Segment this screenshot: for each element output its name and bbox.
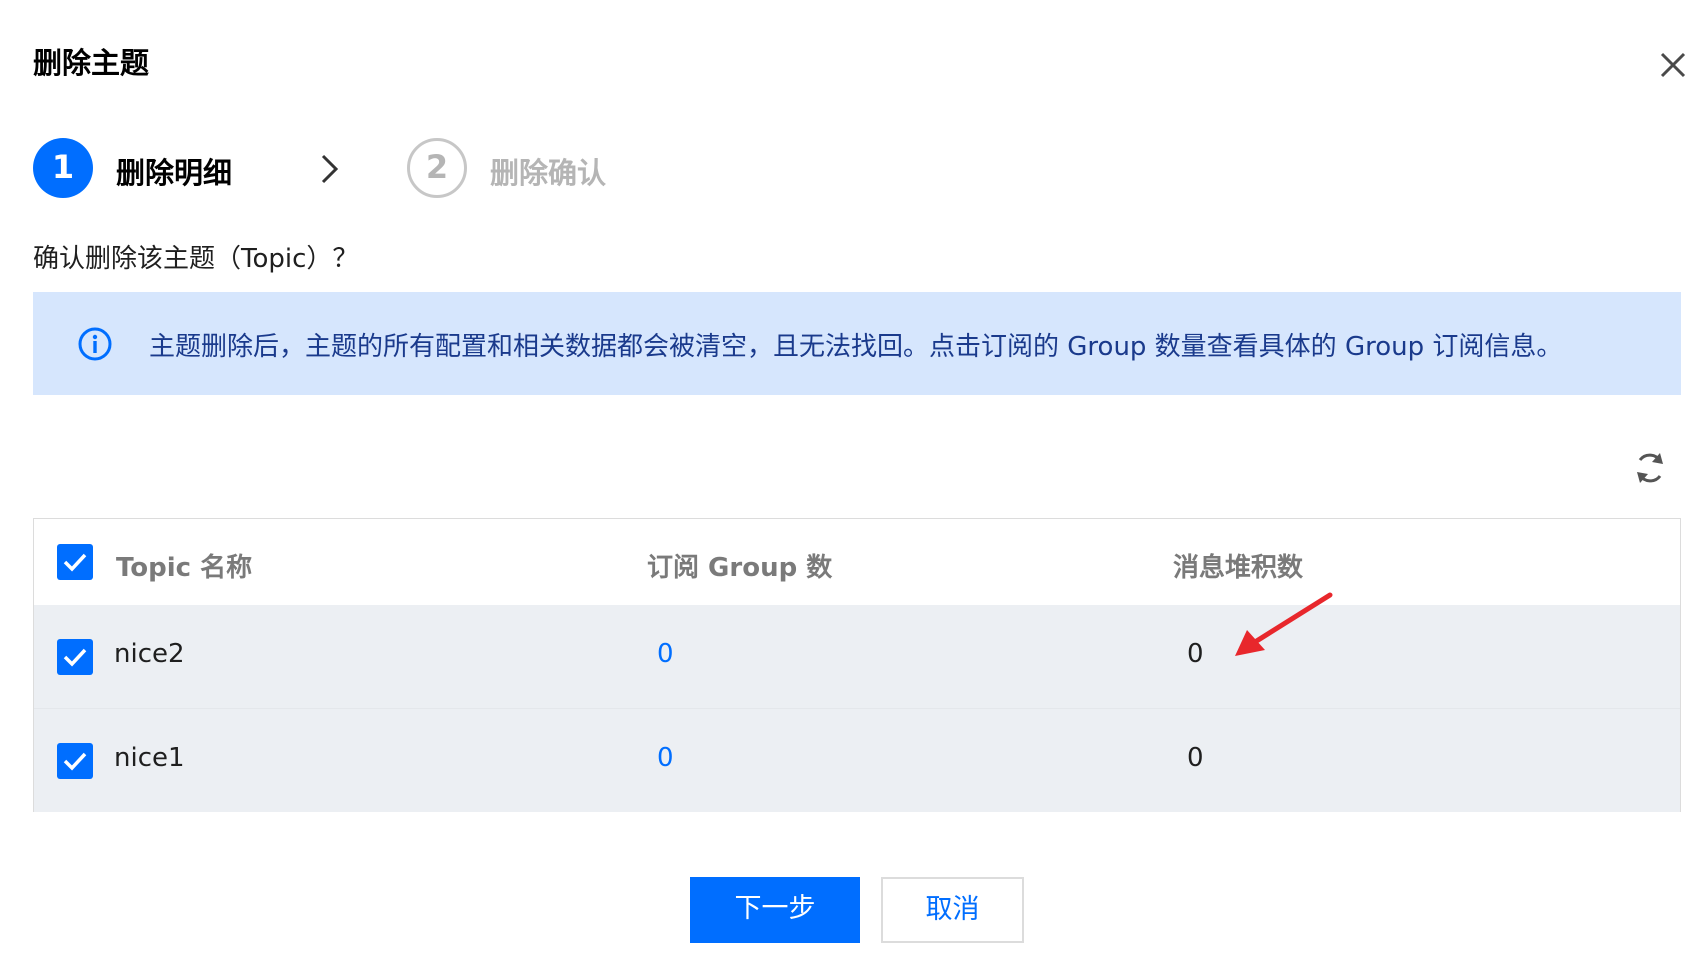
refresh-button[interactable]: [1632, 448, 1668, 488]
chevron-right-icon: [321, 154, 339, 184]
next-step-button[interactable]: 下一步: [690, 877, 860, 943]
backlog-count: 0: [1187, 743, 1204, 773]
checkmark-icon: [63, 553, 87, 572]
close-icon: [1660, 52, 1686, 78]
backlog-count: 0: [1187, 639, 1204, 669]
info-icon: [78, 327, 112, 361]
checkmark-icon: [63, 648, 87, 667]
dialog-title: 删除主题: [33, 46, 150, 80]
step-1-circle: 1: [33, 138, 93, 198]
step-1-label: 删除明细: [116, 156, 233, 190]
topic-name: nice1: [114, 743, 185, 773]
column-header-group-count: 订阅 Group 数: [647, 553, 833, 583]
column-header-backlog: 消息堆积数: [1173, 553, 1304, 583]
step-2-label: 删除确认: [490, 156, 607, 190]
cancel-button[interactable]: 取消: [881, 877, 1024, 943]
info-banner: 主题删除后，主题的所有配置和相关数据都会被清空，且无法找回。点击订阅的 Grou…: [33, 292, 1681, 395]
group-count-link[interactable]: 0: [657, 743, 674, 773]
annotation-arrow-icon: [1235, 592, 1333, 656]
info-banner-text: 主题删除后，主题的所有配置和相关数据都会被清空，且无法找回。点击订阅的 Grou…: [149, 332, 1563, 362]
close-button[interactable]: [1656, 48, 1690, 82]
confirm-question: 确认删除该主题（Topic）？: [33, 244, 359, 274]
topic-table: Topic 名称 订阅 Group 数 消息堆积数 nice2 0 0 nice…: [33, 518, 1681, 812]
group-count-link[interactable]: 0: [657, 639, 674, 669]
column-header-topic-name: Topic 名称: [116, 553, 253, 583]
row-checkbox[interactable]: [57, 639, 93, 675]
select-all-checkbox[interactable]: [57, 544, 93, 580]
topic-name: nice2: [114, 639, 185, 669]
step-2-circle: 2: [407, 138, 467, 198]
table-row: nice2 0 0: [34, 605, 1680, 708]
checkmark-icon: [63, 752, 87, 771]
refresh-icon: [1637, 453, 1663, 483]
row-checkbox[interactable]: [57, 743, 93, 779]
table-row: nice1 0 0: [34, 709, 1680, 812]
table-header: Topic 名称 订阅 Group 数 消息堆积数: [34, 519, 1680, 606]
